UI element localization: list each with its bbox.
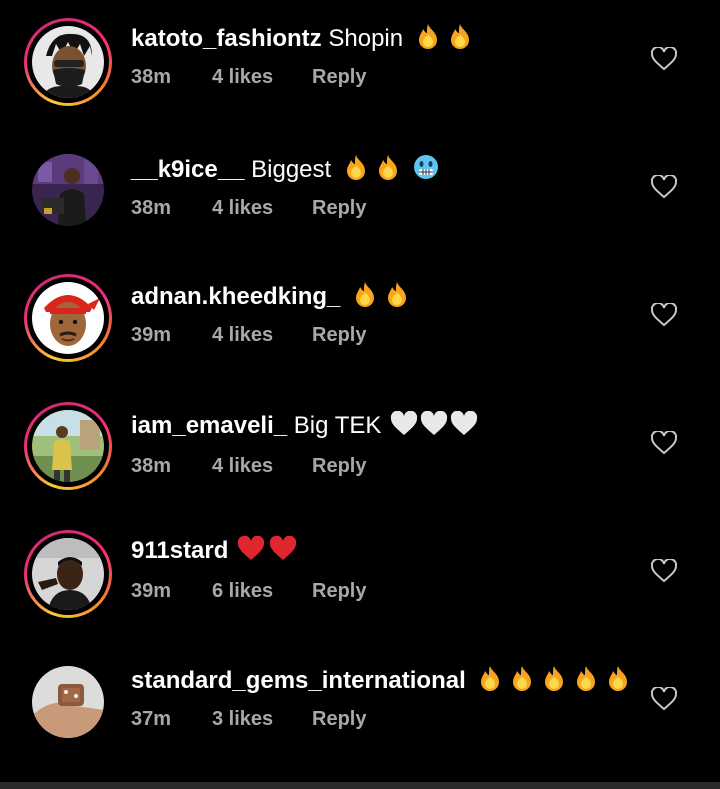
likes-count[interactable]: 4 likes bbox=[212, 324, 312, 347]
comment-row: __k9ice__ Biggest 38m 4 likes Reply bbox=[0, 128, 720, 254]
comment-row: 911stard 39m 6 likes Reply bbox=[0, 512, 720, 638]
likes-count[interactable]: 4 likes bbox=[212, 197, 312, 220]
comment-time: 38m bbox=[131, 197, 172, 219]
fire-emoji-icon bbox=[450, 24, 469, 49]
fire-emoji-icon bbox=[388, 282, 407, 307]
comment-row: iam_emaveli_ Big TEK 38m 4 likes Reply bbox=[0, 384, 720, 510]
reply-button[interactable]: Reply bbox=[312, 66, 366, 89]
reply-button[interactable]: Reply bbox=[312, 197, 366, 220]
fire-emoji-icon bbox=[356, 282, 375, 307]
avatar-image bbox=[32, 154, 104, 226]
comment-line: 911stard bbox=[131, 536, 297, 566]
avatar[interactable] bbox=[24, 530, 112, 618]
comment-time: 39m bbox=[131, 580, 172, 602]
comment-meta: 39m 6 likes Reply bbox=[131, 580, 366, 603]
username[interactable]: iam_emaveli_ bbox=[131, 412, 287, 439]
comment-meta: 39m 4 likes Reply bbox=[131, 324, 366, 347]
comment-row: adnan.kheedking_ 39m 4 likes Reply bbox=[0, 256, 720, 382]
reply-button[interactable]: Reply bbox=[312, 455, 366, 478]
fire-emoji-icon bbox=[378, 155, 397, 180]
comment-meta: 38m 4 likes Reply bbox=[131, 455, 366, 478]
avatar-image bbox=[32, 282, 104, 354]
comment-line: iam_emaveli_ Big TEK bbox=[131, 411, 478, 441]
comment-line: adnan.kheedking_ bbox=[131, 280, 411, 312]
likes-count[interactable]: 4 likes bbox=[212, 455, 312, 478]
fire-emoji-icon bbox=[577, 666, 596, 691]
comment-time: 38m bbox=[131, 455, 172, 477]
avatar-image bbox=[32, 538, 104, 610]
avatar[interactable] bbox=[24, 18, 112, 106]
like-heart-icon[interactable] bbox=[651, 47, 677, 71]
reply-button[interactable]: Reply bbox=[312, 580, 366, 603]
avatar[interactable] bbox=[24, 274, 112, 362]
username[interactable]: standard_gems_international bbox=[131, 667, 466, 694]
avatar[interactable] bbox=[24, 402, 112, 490]
emoji-group bbox=[235, 536, 297, 564]
comment-text: Big TEK bbox=[293, 412, 382, 439]
fire-emoji-icon bbox=[418, 24, 437, 49]
fire-emoji-icon bbox=[513, 666, 532, 691]
fire-emoji-icon bbox=[481, 666, 500, 691]
comment-line: standard_gems_international bbox=[131, 664, 632, 696]
likes-count[interactable]: 3 likes bbox=[212, 708, 312, 731]
red-heart-emoji-icon bbox=[238, 536, 265, 560]
comment-meta: 38m 4 likes Reply bbox=[131, 197, 366, 220]
likes-count[interactable]: 4 likes bbox=[212, 66, 312, 89]
avatar-image bbox=[32, 410, 104, 482]
like-heart-icon[interactable] bbox=[651, 687, 677, 711]
comment-line: __k9ice__ Biggest bbox=[131, 153, 440, 185]
like-heart-icon[interactable] bbox=[651, 175, 677, 199]
comment-time: 37m bbox=[131, 708, 172, 730]
white-heart-emoji-icon bbox=[451, 411, 478, 435]
avatar[interactable] bbox=[24, 658, 112, 746]
white-heart-emoji-icon bbox=[421, 411, 448, 435]
fire-emoji-icon bbox=[609, 666, 628, 691]
emoji-group bbox=[472, 666, 632, 694]
username[interactable]: katoto_fashiontz bbox=[131, 25, 322, 52]
comment-time: 39m bbox=[131, 324, 172, 346]
comment-time: 38m bbox=[131, 66, 172, 88]
reply-button[interactable]: Reply bbox=[312, 324, 366, 347]
likes-count[interactable]: 6 likes bbox=[212, 580, 312, 603]
like-heart-icon[interactable] bbox=[651, 559, 677, 583]
avatar[interactable] bbox=[24, 146, 112, 234]
emoji-group bbox=[388, 411, 478, 439]
red-heart-emoji-icon bbox=[270, 536, 297, 560]
comment-meta: 38m 4 likes Reply bbox=[131, 66, 366, 89]
comment-row: katoto_fashiontz Shopin 38m 4 likes Reply bbox=[0, 0, 720, 126]
username[interactable]: adnan.kheedking_ bbox=[131, 283, 340, 310]
comment-line: katoto_fashiontz Shopin bbox=[131, 22, 474, 54]
username[interactable]: 911stard bbox=[131, 537, 228, 564]
fire-emoji-icon bbox=[346, 155, 365, 180]
avatar-image bbox=[32, 666, 104, 738]
cold-face-emoji-icon bbox=[413, 155, 438, 179]
emoji-group bbox=[410, 24, 474, 52]
white-heart-emoji-icon bbox=[391, 411, 418, 435]
avatar-image bbox=[32, 26, 104, 98]
comment-row: standard_gems_international 37m 3 likes Re… bbox=[0, 640, 720, 766]
bottom-divider bbox=[0, 782, 720, 789]
fire-emoji-icon bbox=[545, 666, 564, 691]
like-heart-icon[interactable] bbox=[651, 431, 677, 455]
emoji-group bbox=[338, 155, 440, 183]
comment-meta: 37m 3 likes Reply bbox=[131, 708, 366, 731]
comment-text: Shopin bbox=[328, 25, 404, 52]
username[interactable]: __k9ice__ bbox=[131, 156, 244, 183]
emoji-group bbox=[347, 282, 411, 310]
like-heart-icon[interactable] bbox=[651, 303, 677, 327]
comment-text: Biggest bbox=[251, 156, 332, 183]
reply-button[interactable]: Reply bbox=[312, 708, 366, 731]
